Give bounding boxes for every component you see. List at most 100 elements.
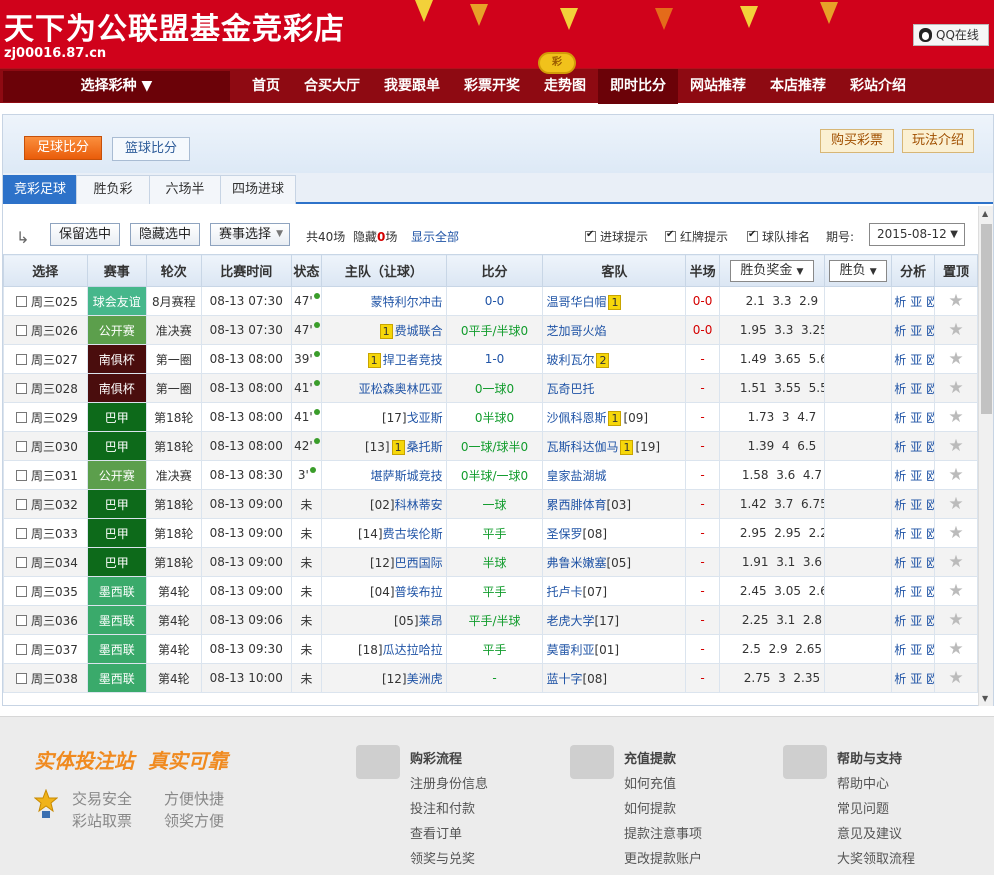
odds-type-select[interactable]: 胜负 ▼ — [829, 259, 888, 282]
home-team[interactable]: 蒙特利尔冲击 — [371, 295, 443, 309]
row-checkbox[interactable] — [16, 295, 27, 307]
row-checkbox[interactable] — [16, 643, 27, 655]
asia-odds-link[interactable]: 亚 — [910, 585, 922, 599]
home-team[interactable]: 费古埃伦斯 — [383, 527, 443, 541]
goal-tip-toggle[interactable]: 进球提示 — [585, 228, 648, 245]
lottery-type-select[interactable]: 选择彩种 ▼ — [3, 71, 230, 102]
nav-item-site-recommend[interactable]: 网站推荐 — [678, 69, 758, 104]
euro-odds-link[interactable]: 欧 — [926, 411, 933, 425]
football-score-tab[interactable]: 足球比分 — [24, 136, 102, 160]
nav-item-live-score[interactable]: 即时比分 — [598, 69, 678, 104]
pin-star-icon[interactable]: ★ — [948, 581, 963, 601]
asia-odds-link[interactable]: 亚 — [910, 295, 922, 309]
home-team[interactable]: 瓜达拉哈拉 — [383, 643, 443, 657]
away-team[interactable]: 托卢卡 — [546, 585, 582, 599]
pin-star-icon[interactable]: ★ — [948, 291, 963, 311]
scroll-up-icon[interactable]: ▲ — [982, 209, 988, 218]
euro-odds-link[interactable]: 欧 — [926, 353, 933, 367]
row-checkbox[interactable] — [16, 353, 27, 365]
footer-link[interactable]: 提款注意事项 — [624, 823, 702, 842]
away-team[interactable]: 蓝十字 — [546, 672, 582, 686]
pin-star-icon[interactable]: ★ — [948, 349, 963, 369]
euro-odds-link[interactable]: 欧 — [926, 643, 933, 657]
away-team[interactable]: 莫雷利亚 — [546, 643, 594, 657]
away-team[interactable]: 瓦斯科达伽马 — [546, 440, 618, 454]
buy-lottery-button[interactable]: 购买彩票 — [820, 129, 894, 153]
footer-link[interactable]: 意见及建议 — [837, 823, 902, 842]
analysis-link[interactable]: 析 — [894, 498, 906, 512]
keep-selected-button[interactable]: 保留选中 — [50, 223, 120, 246]
row-checkbox[interactable] — [16, 672, 27, 684]
footer-link[interactable]: 更改提款账户 — [624, 848, 702, 867]
away-team[interactable]: 圣保罗 — [546, 527, 582, 541]
away-team[interactable]: 皇家盐湖城 — [546, 469, 606, 483]
row-checkbox[interactable] — [16, 614, 27, 626]
show-all-link[interactable]: 显示全部 — [411, 228, 459, 245]
scrollbar-thumb[interactable] — [981, 224, 992, 414]
asia-odds-link[interactable]: 亚 — [910, 672, 922, 686]
analysis-link[interactable]: 析 — [894, 440, 906, 454]
euro-odds-link[interactable]: 欧 — [926, 440, 933, 454]
away-team[interactable]: 累西腓体育 — [546, 498, 606, 512]
pin-star-icon[interactable]: ★ — [948, 407, 963, 427]
pin-star-icon[interactable]: ★ — [948, 668, 963, 688]
home-team[interactable]: 费城联合 — [395, 324, 443, 338]
analysis-link[interactable]: 析 — [894, 353, 906, 367]
footer-link[interactable]: 如何提款 — [624, 798, 676, 817]
period-select[interactable]: 2015-08-12 ▼ — [869, 223, 965, 246]
nav-item-follow[interactable]: 我要跟单 — [372, 69, 452, 104]
home-team[interactable]: 美洲虎 — [407, 672, 443, 686]
pin-star-icon[interactable]: ★ — [948, 378, 963, 398]
pin-star-icon[interactable]: ★ — [948, 552, 963, 572]
row-checkbox[interactable] — [16, 324, 27, 336]
footer-link[interactable]: 领奖与兑奖 — [410, 848, 475, 867]
analysis-link[interactable]: 析 — [894, 672, 906, 686]
nav-item-about[interactable]: 彩站介绍 — [838, 69, 918, 104]
tab-jingcai-football[interactable]: 竞彩足球 — [3, 175, 77, 204]
asia-odds-link[interactable]: 亚 — [910, 411, 922, 425]
analysis-link[interactable]: 析 — [894, 469, 906, 483]
euro-odds-link[interactable]: 欧 — [926, 498, 933, 512]
pin-star-icon[interactable]: ★ — [948, 320, 963, 340]
analysis-link[interactable]: 析 — [894, 527, 906, 541]
euro-odds-link[interactable]: 欧 — [926, 527, 933, 541]
asia-odds-link[interactable]: 亚 — [910, 324, 922, 338]
asia-odds-link[interactable]: 亚 — [910, 556, 922, 570]
footer-link[interactable]: 投注和付款 — [410, 798, 475, 817]
pin-star-icon[interactable]: ★ — [948, 436, 963, 456]
odds-select[interactable]: 胜负奖金 ▼ — [729, 259, 814, 282]
hide-selected-button[interactable]: 隐藏选中 — [130, 223, 200, 246]
row-checkbox[interactable] — [16, 411, 27, 423]
pin-star-icon[interactable]: ★ — [948, 523, 963, 543]
home-team[interactable]: 科林蒂安 — [395, 498, 443, 512]
asia-odds-link[interactable]: 亚 — [910, 614, 922, 628]
home-team[interactable]: 巴西国际 — [395, 556, 443, 570]
tab-four-goals[interactable]: 四场进球 — [220, 175, 296, 204]
away-team[interactable]: 老虎大学 — [546, 614, 594, 628]
footer-link[interactable]: 查看订单 — [410, 823, 462, 842]
euro-odds-link[interactable]: 欧 — [926, 295, 933, 309]
away-team[interactable]: 玻利瓦尔 — [546, 353, 594, 367]
rank-toggle[interactable]: 球队排名 — [747, 228, 810, 245]
row-checkbox[interactable] — [16, 498, 27, 510]
checkbox-checked[interactable] — [747, 229, 758, 242]
analysis-link[interactable]: 析 — [894, 643, 906, 657]
event-select-dropdown[interactable]: 赛事选择 ▼ — [210, 223, 290, 246]
nav-item-home[interactable]: 首页 — [240, 69, 292, 104]
home-team[interactable]: 莱昂 — [419, 614, 443, 628]
row-checkbox[interactable] — [16, 527, 27, 539]
footer-link[interactable]: 如何充值 — [624, 773, 676, 792]
footer-link[interactable]: 帮助中心 — [837, 773, 889, 792]
row-checkbox[interactable] — [16, 382, 27, 394]
footer-link[interactable]: 大奖领取流程 — [837, 848, 915, 867]
nav-item-shop-recommend[interactable]: 本店推荐 — [758, 69, 838, 104]
checkbox-checked[interactable] — [585, 229, 596, 242]
asia-odds-link[interactable]: 亚 — [910, 469, 922, 483]
analysis-link[interactable]: 析 — [894, 411, 906, 425]
row-checkbox[interactable] — [16, 556, 27, 568]
nav-item-trend[interactable]: 走势图 — [532, 69, 598, 104]
scroll-down-icon[interactable]: ▼ — [982, 694, 988, 703]
away-team[interactable]: 芝加哥火焰 — [546, 324, 606, 338]
checkbox-checked[interactable] — [665, 229, 676, 242]
rules-button[interactable]: 玩法介绍 — [902, 129, 974, 153]
